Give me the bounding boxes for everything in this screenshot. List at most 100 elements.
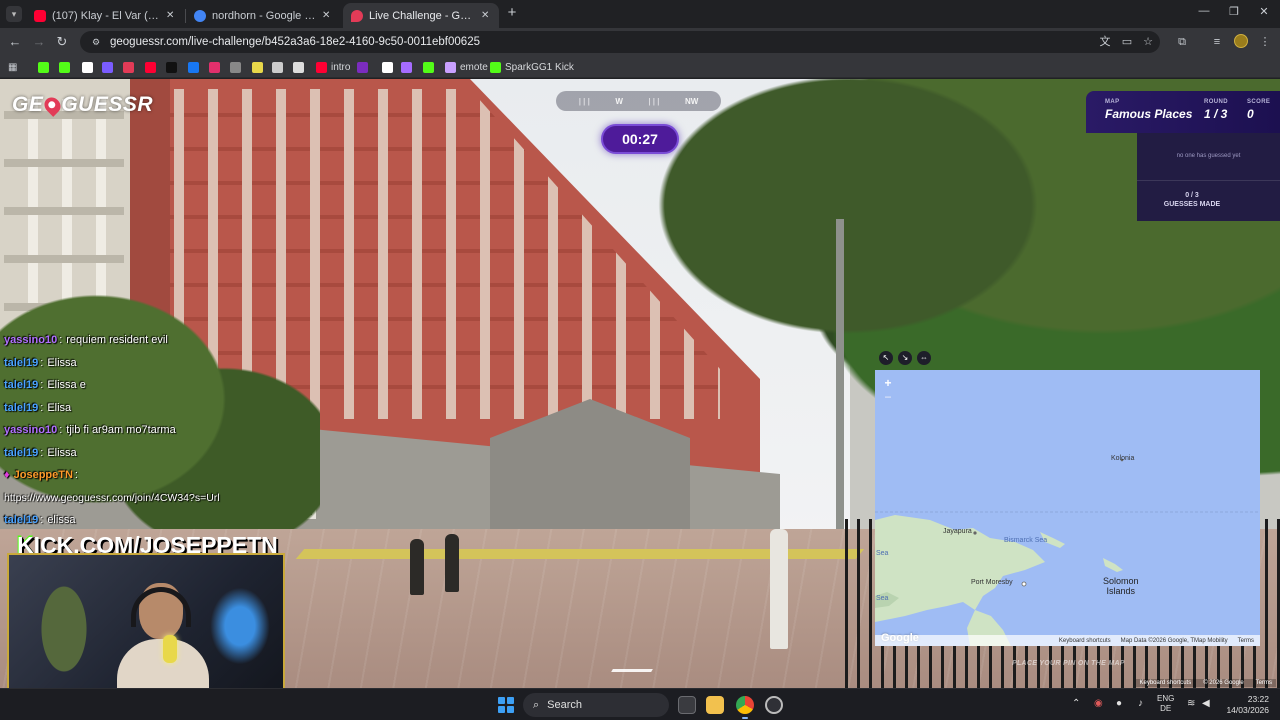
close-window-button[interactable]: ✕ (1256, 5, 1272, 18)
bookmark-item[interactable] (423, 60, 434, 74)
chrome-icon[interactable] (736, 696, 754, 719)
terms-link[interactable]: Terms (1238, 638, 1254, 644)
microphone-tray-icon[interactable]: ♪ (1138, 698, 1143, 709)
close-tab-icon[interactable]: ✕ (166, 10, 176, 21)
map-data-credit: Map Data ©2026 Google, TMap Mobility (1120, 637, 1228, 644)
site-info-icon[interactable]: ⚙ (90, 36, 102, 48)
profile-avatar[interactable] (1234, 34, 1248, 48)
taskbar-search[interactable]: ⌕ Search (523, 693, 669, 717)
chat-username[interactable]: yassino10 (4, 424, 57, 436)
guess-count: 0 / 3 (1185, 192, 1199, 199)
round-label: ROUND (1204, 99, 1228, 105)
bookmark-item[interactable] (272, 60, 283, 74)
move-arrow-icon[interactable] (607, 669, 653, 679)
bookmark-favicon-icon (38, 61, 49, 73)
extensions-icon[interactable]: ⧉ (1175, 35, 1189, 49)
cast-icon[interactable]: ▭ (1120, 35, 1134, 49)
map-pin-toggle-icon[interactable]: ⇔ (917, 351, 931, 365)
menu-icon[interactable]: ⋮ (1258, 35, 1272, 49)
chat-message: ♦ JoseppeTN : (4, 464, 304, 487)
bookmark-favicon-icon (445, 61, 456, 73)
bookmark-item[interactable] (59, 60, 70, 74)
wifi-icon[interactable]: ≋ (1187, 698, 1195, 709)
tab-geoguessr[interactable]: Live Challenge - GeoGuessr ✕ (343, 3, 499, 28)
terms-link[interactable]: Terms (1256, 680, 1272, 686)
guess-map[interactable]: + − Kolonia Jayapura Bismarck Sea Port M… (875, 370, 1260, 646)
language-bottom: DE (1160, 704, 1172, 713)
bookmark-favicon-icon (82, 61, 93, 73)
volume-icon[interactable]: ◀ (1202, 698, 1210, 709)
clock[interactable]: 23:22 14/03/2026 (1215, 694, 1269, 716)
webcam-feed (7, 553, 285, 703)
translate-icon[interactable]: 文 (1098, 35, 1112, 49)
chat-username[interactable]: talel19 (4, 379, 38, 391)
bookmark-item[interactable] (230, 60, 241, 74)
bookmark-item[interactable] (357, 60, 368, 74)
bookmark-item[interactable] (188, 60, 199, 74)
logo-text-right: GUESSR (61, 93, 154, 116)
map-shrink-icon[interactable]: ↘ (898, 351, 912, 365)
address-bar[interactable]: ⚙ geoguessr.com/live-challenge/b452a3a6-… (80, 31, 1160, 53)
start-button[interactable] (498, 697, 514, 713)
close-tab-icon[interactable]: ✕ (322, 10, 332, 21)
chat-username[interactable]: talel19 (4, 357, 38, 369)
chat-username[interactable]: talel19 (4, 514, 38, 526)
stream-chat: yassino10 : requiem resident evil talel19 … (4, 329, 304, 532)
score-info: SCORE 0 (1247, 99, 1270, 121)
bookmark-item[interactable] (123, 60, 134, 74)
bookmark-item[interactable]: SparkGG1 Kick (490, 60, 574, 74)
bookmark-item[interactable] (166, 60, 177, 74)
zoom-out-button[interactable]: − (881, 390, 895, 404)
chat-username[interactable]: talel19 (4, 402, 38, 414)
bookmark-item[interactable] (293, 60, 304, 74)
media-icon[interactable]: ≡ (1210, 35, 1224, 49)
map-expand-icon[interactable]: ↖ (879, 351, 893, 365)
bookmark-favicon-icon (59, 61, 70, 73)
tray-app-icon[interactable]: ● (1116, 698, 1122, 709)
bookmark-item[interactable] (82, 60, 93, 74)
bookmark-item[interactable] (401, 60, 412, 74)
tab-google[interactable]: nordhorn - Google Suche ✕ (186, 3, 340, 28)
tab-search-button[interactable]: ▾ (6, 6, 22, 22)
chat-username[interactable]: yassino10 (4, 334, 57, 346)
round-value: 1 / 3 (1204, 107, 1228, 121)
keyboard-shortcuts-link[interactable]: Keyboard shortcuts (1140, 680, 1192, 686)
keyboard-shortcuts-link[interactable]: Keyboard shortcuts (1059, 638, 1111, 644)
clock-date: 14/03/2026 (1226, 705, 1269, 715)
reload-button[interactable]: ↻ (54, 34, 70, 50)
bookmark-item[interactable] (252, 60, 263, 74)
forward-button[interactable]: → (31, 34, 47, 50)
close-tab-icon[interactable]: ✕ (481, 10, 491, 21)
bookmark-star-icon[interactable]: ☆ (1141, 35, 1155, 49)
bookmark-favicon-icon (252, 61, 263, 73)
task-view-icon[interactable] (678, 696, 696, 714)
file-explorer-icon[interactable] (706, 696, 724, 714)
bookmark-item[interactable] (145, 60, 156, 74)
zoom-in-button[interactable]: + (881, 376, 895, 390)
bookmark-item[interactable] (209, 60, 220, 74)
bookmark-item[interactable]: intro (316, 60, 350, 74)
chat-username[interactable]: talel19 (4, 447, 38, 459)
guesses-made-label: GUESSES MADE (1163, 201, 1221, 208)
back-button[interactable]: ← (7, 34, 23, 50)
minimize-button[interactable]: — (1196, 5, 1212, 17)
bookmark-item[interactable] (382, 60, 393, 74)
broadcaster-badge-icon: ♦ (4, 469, 10, 482)
tab-strip: ▾ (107) Klay - El Var (Clip Officiel) ✕ … (0, 0, 1280, 28)
restore-button[interactable]: ❐ (1226, 5, 1242, 18)
bookmark-item[interactable]: emote (445, 60, 488, 74)
language-indicator[interactable]: ENG DE (1157, 694, 1174, 714)
tray-chevron-icon[interactable]: ⌃ (1072, 698, 1080, 709)
obs-icon[interactable] (765, 696, 783, 714)
chat-username[interactable]: JoseppeTN (14, 469, 73, 481)
tab-youtube[interactable]: (107) Klay - El Var (Clip Officiel) ✕ (26, 3, 184, 28)
map-footer: Keyboard shortcuts Map Data ©2026 Google… (875, 635, 1260, 646)
headphones-icon (131, 587, 191, 627)
map-label: MAP (1105, 99, 1120, 105)
bookmark-item[interactable] (38, 60, 49, 74)
tray-app-icon[interactable]: ◉ (1094, 698, 1103, 709)
bookmark-item[interactable] (102, 60, 113, 74)
new-tab-button[interactable]: + (505, 5, 519, 20)
apps-icon[interactable]: ▦ (8, 60, 17, 74)
chat-text: Elissa (47, 446, 77, 459)
